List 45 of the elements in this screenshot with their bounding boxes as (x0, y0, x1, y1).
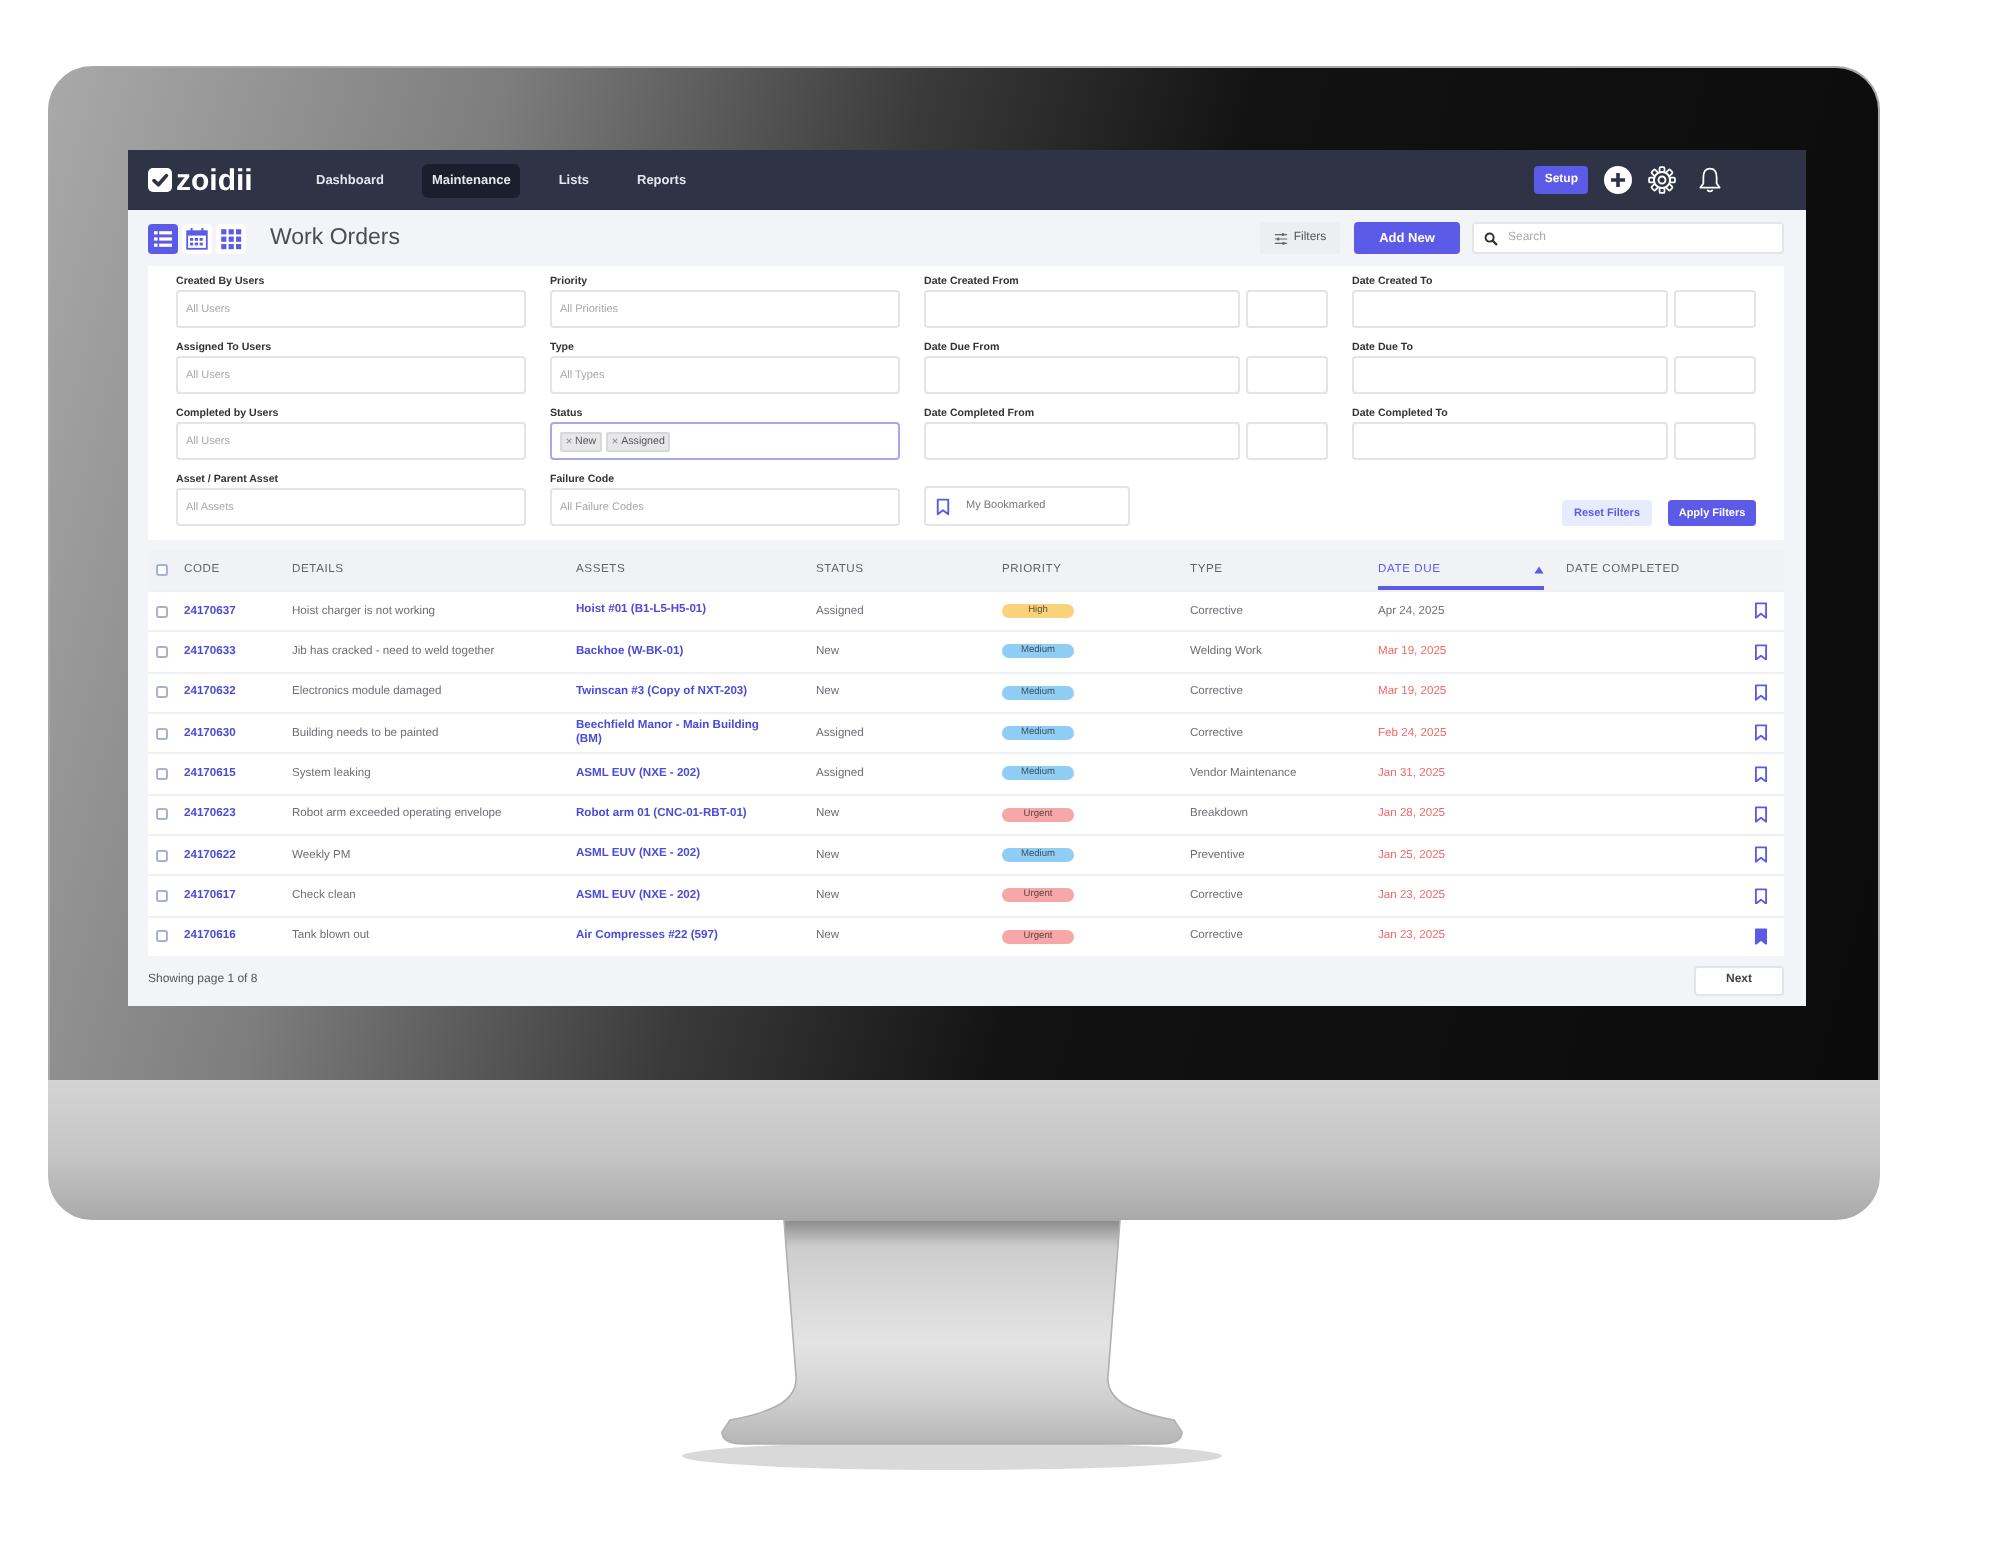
row-checkbox[interactable] (156, 686, 168, 699)
input-field[interactable] (1674, 356, 1756, 394)
date-field[interactable] (924, 422, 1240, 460)
logo-icon (148, 168, 172, 192)
grid-icon[interactable] (216, 223, 246, 253)
date-field[interactable] (1352, 290, 1668, 328)
close-icon[interactable] (566, 438, 572, 444)
date-field[interactable] (1352, 422, 1668, 460)
bookmark-icon[interactable] (1754, 928, 1768, 946)
input-field[interactable] (1246, 422, 1328, 460)
input-field[interactable] (1246, 290, 1328, 328)
row-checkbox[interactable] (156, 849, 168, 862)
bookmark-icon[interactable] (1754, 602, 1768, 620)
date-field[interactable] (1352, 356, 1668, 394)
sliders-icon (1273, 231, 1288, 245)
input-field[interactable] (1246, 356, 1328, 394)
date-field[interactable] (924, 290, 1240, 328)
row-checkbox[interactable] (156, 605, 168, 618)
row-checkbox[interactable] (156, 930, 168, 943)
bookmark-icon[interactable] (1754, 846, 1768, 864)
bookmark-icon[interactable] (1754, 765, 1768, 783)
input-field[interactable] (1674, 290, 1756, 328)
sort-arrow-icon (1534, 566, 1544, 574)
logo-text: zoidii (176, 165, 253, 195)
bookmark-icon[interactable] (1754, 806, 1768, 824)
list-icon[interactable] (148, 223, 178, 253)
date-field[interactable] (924, 356, 1240, 394)
row-checkbox[interactable] (156, 767, 168, 780)
calendar-icon[interactable] (182, 223, 212, 253)
select-all-checkbox[interactable] (156, 564, 168, 576)
row-checkbox[interactable] (156, 727, 168, 740)
row-checkbox[interactable] (156, 645, 168, 658)
bookmark-icon[interactable] (1754, 643, 1768, 661)
plus-icon[interactable] (1604, 166, 1632, 194)
search-icon (1484, 231, 1498, 245)
input-field[interactable] (1674, 422, 1756, 460)
bookmark-icon[interactable] (1754, 887, 1768, 905)
close-icon[interactable] (612, 438, 619, 444)
page-title: Work Orders (270, 226, 400, 250)
settings-icon[interactable] (1648, 166, 1676, 194)
bell-icon[interactable] (1696, 166, 1724, 194)
row-checkbox[interactable] (156, 889, 168, 902)
row-checkbox[interactable] (156, 808, 168, 821)
bookmark-icon[interactable] (1754, 724, 1768, 742)
bookmark-icon[interactable] (1754, 684, 1768, 702)
